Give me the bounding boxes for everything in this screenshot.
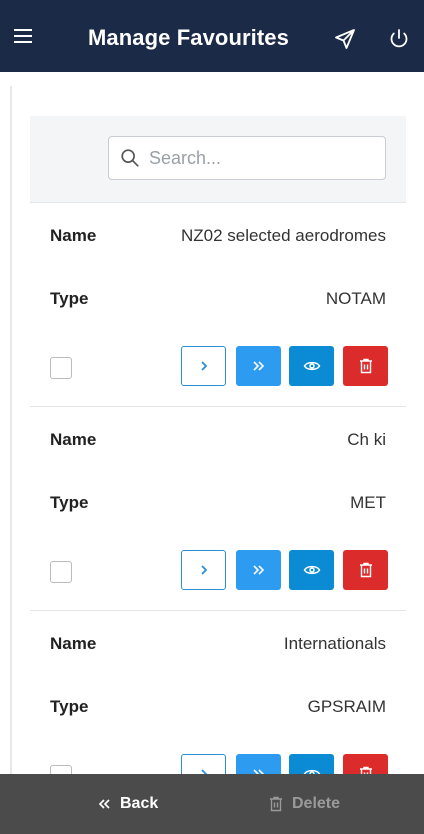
- eye-icon: [303, 565, 320, 575]
- delete-label: Delete: [292, 795, 341, 812]
- delete-item-button[interactable]: [343, 346, 388, 386]
- back-button[interactable]: Back: [96, 774, 158, 834]
- favourite-card: Name NZ02 selected aerodromes Type NOTAM: [30, 202, 406, 407]
- name-value: Internationals: [283, 634, 386, 653]
- search-icon: [121, 149, 139, 167]
- type-row: Type GPSRAIM: [50, 697, 386, 721]
- chevron-right-icon: [200, 565, 207, 575]
- name-label: Name: [50, 430, 97, 449]
- back-label: Back: [120, 795, 159, 812]
- favourite-card: Name Ch ki Type MET: [30, 406, 406, 611]
- open-button[interactable]: [181, 346, 226, 386]
- double-chevron-left-icon: [98, 799, 110, 809]
- type-label: Type: [50, 697, 89, 716]
- open-all-button[interactable]: [236, 346, 281, 386]
- menu-icon[interactable]: [11, 24, 35, 48]
- page-title: Manage Favourites: [88, 25, 289, 50]
- name-value: Ch ki: [347, 430, 386, 449]
- chevron-right-icon: [200, 361, 207, 371]
- search-input[interactable]: [147, 146, 371, 170]
- power-icon[interactable]: [387, 27, 411, 51]
- name-row: Name Ch ki: [50, 430, 386, 454]
- select-checkbox[interactable]: [50, 561, 72, 583]
- double-chevron-right-icon: [252, 565, 264, 575]
- type-row: Type MET: [50, 493, 386, 517]
- name-row: Name Internationals: [50, 634, 386, 658]
- search-bar: [30, 116, 406, 203]
- delete-item-button[interactable]: [343, 550, 388, 590]
- delete-button[interactable]: Delete: [268, 774, 340, 834]
- select-checkbox[interactable]: [50, 357, 72, 379]
- app-header: Manage Favourites: [0, 0, 424, 72]
- type-row: Type NOTAM: [50, 289, 386, 313]
- view-button[interactable]: [289, 550, 334, 590]
- trash-icon: [359, 562, 372, 578]
- open-all-button[interactable]: [236, 550, 281, 590]
- scroll-track: [10, 86, 12, 786]
- name-label: Name: [50, 226, 97, 245]
- eye-icon: [303, 361, 320, 371]
- trash-icon: [359, 358, 372, 374]
- type-label: Type: [50, 493, 89, 512]
- double-chevron-right-icon: [252, 361, 264, 371]
- type-label: Type: [50, 289, 89, 308]
- send-icon[interactable]: [333, 27, 357, 51]
- name-row: Name NZ02 selected aerodromes: [50, 226, 386, 250]
- open-button[interactable]: [181, 550, 226, 590]
- view-button[interactable]: [289, 346, 334, 386]
- type-value: MET: [350, 493, 386, 512]
- type-value: GPSRAIM: [307, 697, 386, 716]
- type-value: NOTAM: [325, 289, 386, 308]
- name-value: NZ02 selected aerodromes: [180, 226, 386, 245]
- name-label: Name: [50, 634, 97, 653]
- footer-bar: Back Delete: [0, 774, 424, 834]
- trash-icon: [270, 796, 282, 812]
- search-field[interactable]: [108, 136, 386, 180]
